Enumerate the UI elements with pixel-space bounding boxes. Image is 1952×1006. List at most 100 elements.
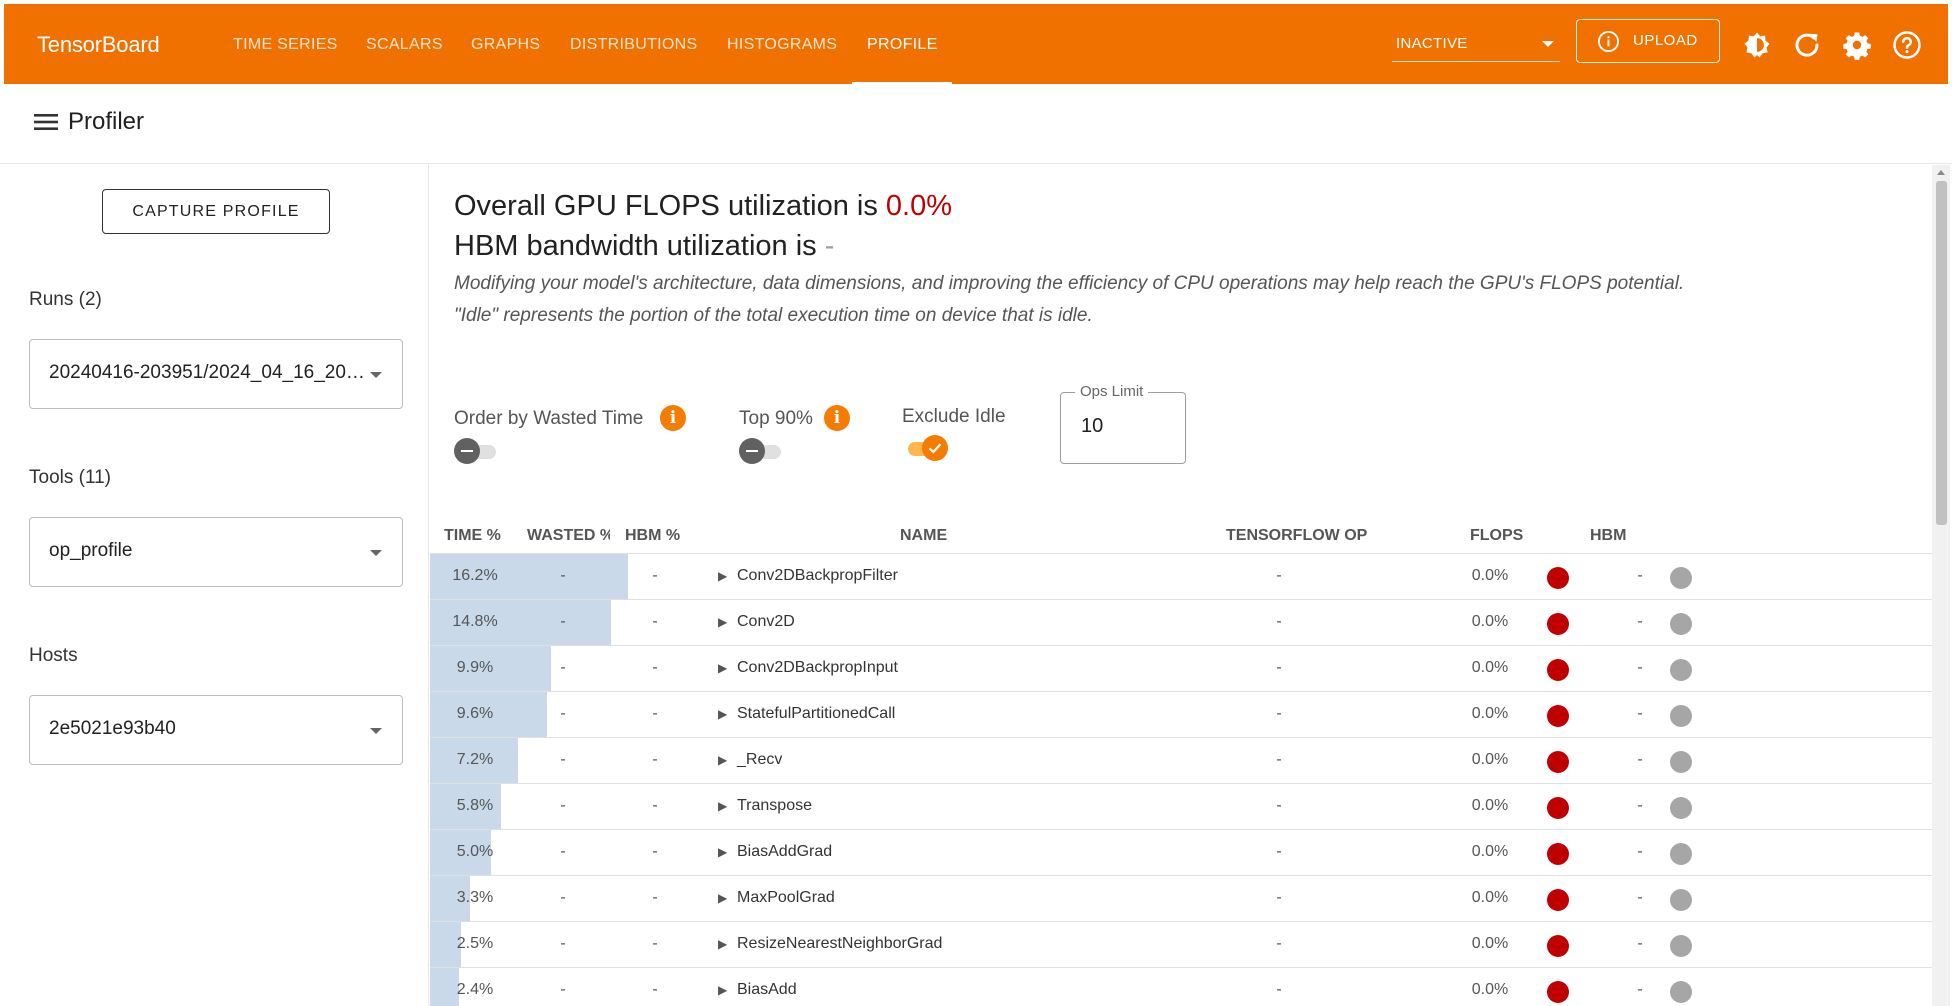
tensorflow-op-cell: - xyxy=(1276,797,1282,814)
ops-limit-field[interactable]: Ops Limit xyxy=(1060,383,1186,464)
hbm-percent-cell: - xyxy=(652,751,658,768)
info-icon[interactable]: i xyxy=(660,405,686,431)
top-app-bar: TensorBoard TIME SERIES SCALARS GRAPHS D… xyxy=(4,4,1948,84)
flops-status-dot xyxy=(1547,843,1569,865)
hbm-utilization-heading: HBM bandwidth utilization is - xyxy=(454,230,834,263)
hbm-status-dot xyxy=(1670,613,1692,635)
tab-profile[interactable]: PROFILE xyxy=(867,36,938,54)
table-row[interactable]: 16.2% - - ▶ Conv2DBackpropFilter - 0.0% - xyxy=(430,553,1932,600)
menu-icon[interactable] xyxy=(34,112,58,132)
flops-utilization-value: 0.0% xyxy=(885,190,953,222)
wasted-percent-cell: - xyxy=(560,751,566,768)
exclude-idle-toggle[interactable] xyxy=(902,435,948,461)
capture-profile-button[interactable]: CAPTURE PROFILE xyxy=(102,189,330,234)
time-percent-cell: 5.0% xyxy=(456,843,494,860)
flops-status-dot xyxy=(1547,567,1569,589)
expand-arrow-icon[interactable]: ▶ xyxy=(718,845,727,859)
table-row[interactable]: 2.4% - - ▶ BiasAdd - 0.0% - xyxy=(430,967,1932,1006)
vertical-scrollbar[interactable] xyxy=(1932,165,1950,1006)
expand-arrow-icon[interactable]: ▶ xyxy=(718,891,727,905)
flops-status-dot xyxy=(1547,659,1569,681)
upload-button[interactable]: UPLOAD xyxy=(1576,19,1720,63)
tensorflow-op-cell: - xyxy=(1276,843,1282,860)
op-name-cell: MaxPoolGrad xyxy=(737,889,835,906)
flops-status-dot xyxy=(1547,889,1569,911)
run-status-value: INACTIVE xyxy=(1396,35,1468,52)
flops-value-cell: 0.0% xyxy=(1471,981,1509,998)
col-header-name[interactable]: NAME xyxy=(900,527,947,545)
table-row[interactable]: 3.3% - - ▶ MaxPoolGrad - 0.0% - xyxy=(430,875,1932,922)
run-status-select[interactable]: INACTIVE xyxy=(1392,32,1560,62)
hbm-value-cell: - xyxy=(1637,567,1643,584)
brightness-icon[interactable] xyxy=(1742,30,1772,60)
runs-select[interactable]: 20240416-203951/2024_04_16_20_39_51 xyxy=(29,339,403,409)
op-name-cell: Conv2DBackpropFilter xyxy=(737,567,898,584)
op-name-cell: _Recv xyxy=(737,751,783,768)
help-icon[interactable] xyxy=(1892,30,1922,60)
col-header-tensorflow-op[interactable]: TENSORFLOW OP xyxy=(1226,527,1367,545)
refresh-icon[interactable] xyxy=(1792,30,1822,60)
settings-icon[interactable] xyxy=(1842,30,1872,60)
flops-value-cell: 0.0% xyxy=(1471,889,1509,906)
time-percent-cell: 5.8% xyxy=(456,797,494,814)
wasted-percent-cell: - xyxy=(560,889,566,906)
hosts-select[interactable]: 2e5021e93b40 xyxy=(29,695,403,765)
time-percent-cell: 9.9% xyxy=(456,659,494,676)
expand-arrow-icon[interactable]: ▶ xyxy=(718,569,727,583)
toggle-thumb xyxy=(739,438,765,464)
table-row[interactable]: 14.8% - - ▶ Conv2D - 0.0% - xyxy=(430,599,1932,646)
ops-limit-label: Ops Limit xyxy=(1075,383,1149,400)
flops-value-cell: 0.0% xyxy=(1471,659,1509,676)
table-row[interactable]: 9.9% - - ▶ Conv2DBackpropInput - 0.0% - xyxy=(430,645,1932,692)
toggle-thumb xyxy=(922,435,948,461)
expand-arrow-icon[interactable]: ▶ xyxy=(718,753,727,767)
op-name-cell: Conv2D xyxy=(737,613,795,630)
op-name-cell: StatefulPartitionedCall xyxy=(737,705,896,722)
tab-time-series[interactable]: TIME SERIES xyxy=(233,36,338,54)
table-row[interactable]: 9.6% - - ▶ StatefulPartitionedCall - 0.0% - xyxy=(430,691,1932,738)
app-brand[interactable]: TensorBoard xyxy=(37,32,160,58)
expand-arrow-icon[interactable]: ▶ xyxy=(718,615,727,629)
tab-histograms[interactable]: HISTOGRAMS xyxy=(727,36,837,54)
time-percent-cell: 16.2% xyxy=(452,567,498,584)
tensorflow-op-cell: - xyxy=(1276,981,1282,998)
col-header-wasted[interactable]: WASTED % xyxy=(527,527,610,545)
expand-arrow-icon[interactable]: ▶ xyxy=(718,937,727,951)
wasted-percent-cell: - xyxy=(560,797,566,814)
tab-distributions[interactable]: DISTRIBUTIONS xyxy=(570,36,697,54)
flops-status-dot xyxy=(1547,935,1569,957)
table-row[interactable]: 7.2% - - ▶ _Recv - 0.0% - xyxy=(430,737,1932,784)
ops-limit-input[interactable] xyxy=(1081,415,1171,438)
flops-value-cell: 0.0% xyxy=(1471,613,1509,630)
tensorflow-op-cell: - xyxy=(1276,751,1282,768)
col-header-hbm[interactable]: HBM % xyxy=(625,527,680,545)
info-icon[interactable]: i xyxy=(824,405,850,431)
tab-graphs[interactable]: GRAPHS xyxy=(471,36,540,54)
col-header-time[interactable]: TIME % xyxy=(444,527,501,545)
scroll-up-arrow-icon[interactable] xyxy=(1937,170,1945,175)
expand-arrow-icon[interactable]: ▶ xyxy=(718,661,727,675)
top-90-toggle[interactable] xyxy=(739,438,785,464)
tensorflow-op-cell: - xyxy=(1276,567,1282,584)
hbm-value-cell: - xyxy=(1637,613,1643,630)
wasted-percent-cell: - xyxy=(560,567,566,584)
flops-status-dot xyxy=(1547,981,1569,1003)
table-row[interactable]: 5.8% - - ▶ Transpose - 0.0% - xyxy=(430,783,1932,830)
tools-select[interactable]: op_profile xyxy=(29,517,403,587)
time-percent-cell: 2.5% xyxy=(456,935,494,952)
idle-note: "Idle" represents the portion of the tot… xyxy=(454,305,1093,326)
col-header-flops[interactable]: FLOPS xyxy=(1470,527,1523,545)
chevron-down-icon xyxy=(370,372,382,378)
hbm-percent-cell: - xyxy=(652,889,658,906)
expand-arrow-icon[interactable]: ▶ xyxy=(718,707,727,721)
order-by-wasted-toggle[interactable] xyxy=(454,438,500,464)
tensorflow-op-cell: - xyxy=(1276,613,1282,630)
expand-arrow-icon[interactable]: ▶ xyxy=(718,983,727,997)
flops-value-cell: 0.0% xyxy=(1471,705,1509,722)
expand-arrow-icon[interactable]: ▶ xyxy=(718,799,727,813)
table-row[interactable]: 5.0% - - ▶ BiasAddGrad - 0.0% - xyxy=(430,829,1932,876)
table-row[interactable]: 2.5% - - ▶ ResizeNearestNeighborGrad - 0.0% - xyxy=(430,921,1932,968)
scrollbar-thumb[interactable] xyxy=(1936,181,1947,525)
col-header-hbm-value[interactable]: HBM xyxy=(1590,527,1626,545)
tab-scalars[interactable]: SCALARS xyxy=(366,36,443,54)
